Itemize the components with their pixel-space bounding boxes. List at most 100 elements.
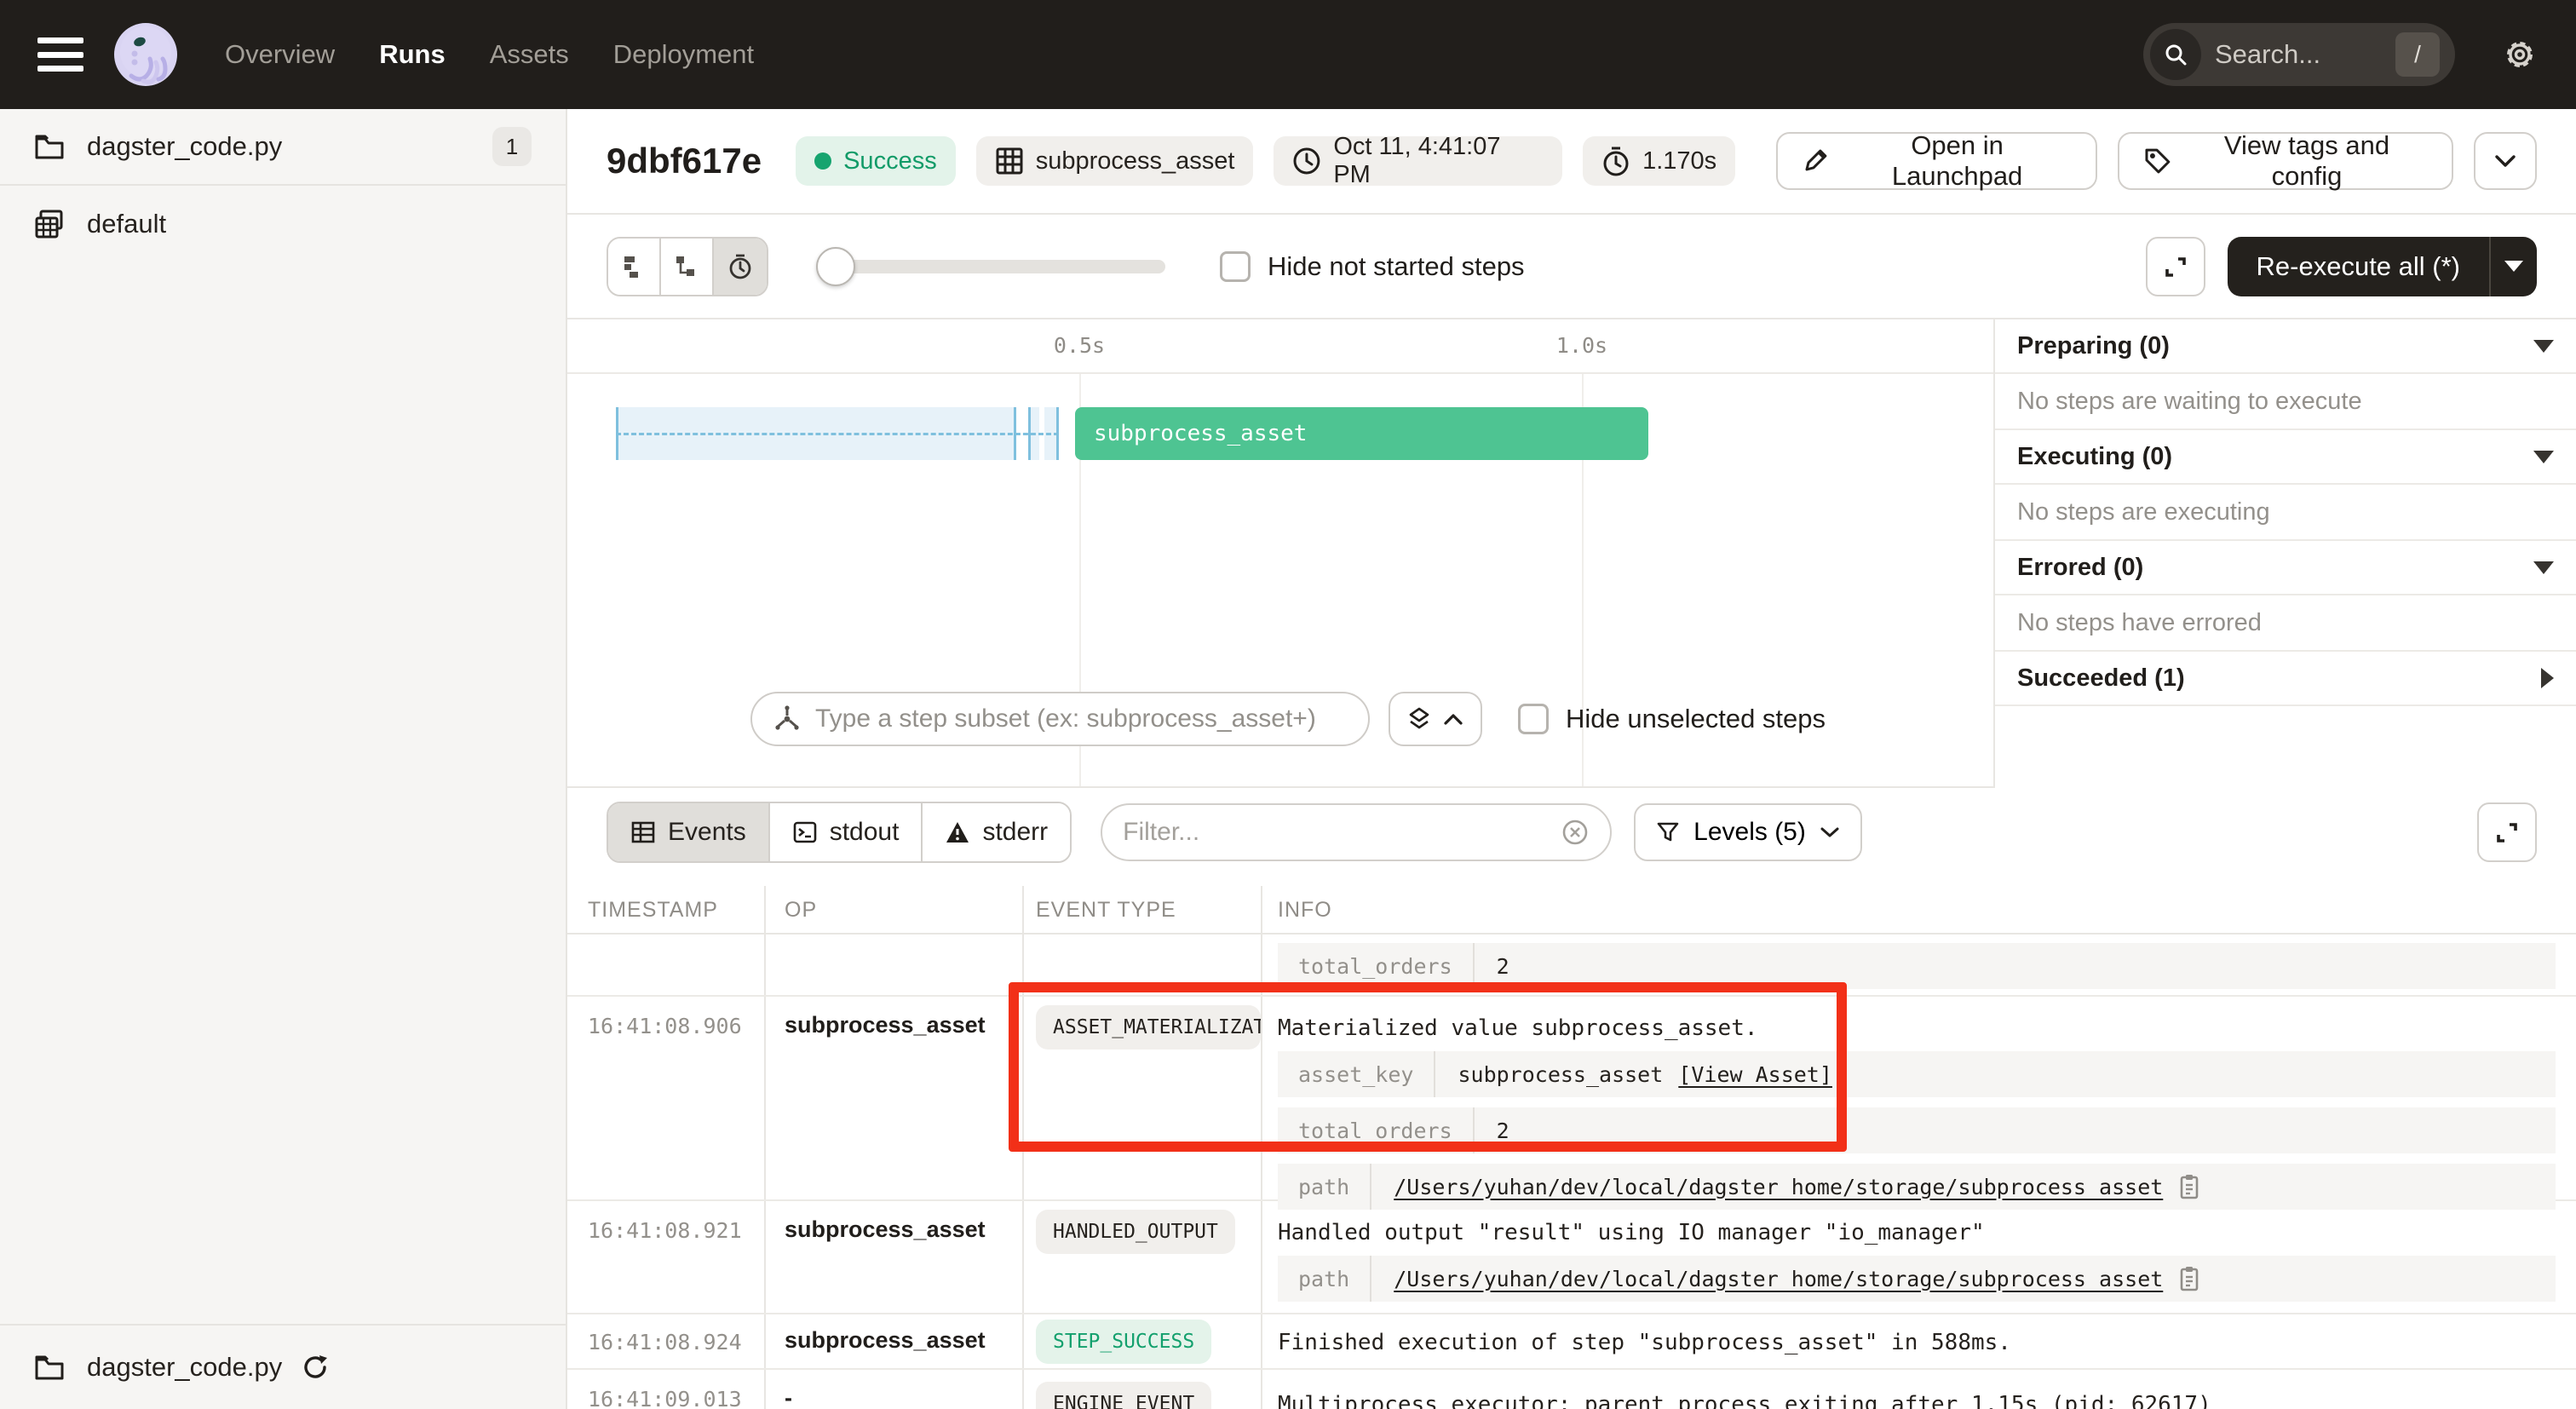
levels-filter-button[interactable]: Levels (5)	[1634, 803, 1862, 861]
event-log-table: TIMESTAMP OP EVENT TYPE INFO total_order…	[567, 886, 2576, 1409]
status-section-preparing[interactable]: Preparing (0)	[1995, 319, 2576, 374]
gantt-chart: 0.5s 1.0s subprocess_asset	[567, 319, 1993, 788]
hamburger-menu-icon[interactable]	[37, 37, 83, 72]
col-op: OP	[785, 898, 817, 923]
status-section-executing[interactable]: Executing (0)	[1995, 430, 2576, 485]
zoom-slider-knob[interactable]	[816, 247, 855, 286]
run-header: 9dbf617e Success subprocess_asset	[567, 109, 2576, 215]
view-mode-waterfall-button[interactable]	[661, 239, 714, 295]
event-op: -	[785, 1385, 792, 1409]
funnel-icon	[1656, 820, 1680, 844]
gantt-time-axis: 0.5s 1.0s	[567, 319, 1993, 374]
metadata-key: total_orders	[1278, 943, 1475, 989]
zoom-slider[interactable]	[819, 260, 1165, 273]
events-fullscreen-button[interactable]	[2477, 802, 2537, 862]
reexecute-all-caret[interactable]	[2489, 237, 2537, 296]
nav-item-deployment[interactable]: Deployment	[613, 39, 754, 70]
step-status-panel: Preparing (0) No steps are waiting to ex…	[1993, 319, 2576, 788]
metadata-row: total_orders 2	[1278, 1107, 2556, 1153]
view-mode-timed-button[interactable]	[714, 239, 767, 295]
copy-path-icon[interactable]	[2178, 1173, 2200, 1200]
chevron-up-icon	[1443, 712, 1463, 726]
left-sidebar: dagster_code.py 1 default dagster_code.p…	[0, 109, 567, 1409]
view-tags-config-button[interactable]: View tags and config	[2118, 132, 2453, 190]
open-in-launchpad-button[interactable]: Open in Launchpad	[1776, 132, 2097, 190]
reload-icon[interactable]	[301, 1353, 330, 1382]
event-type-pill: ASSET_MATERIALIZAT…	[1036, 1005, 1261, 1050]
terminal-icon	[792, 820, 818, 845]
status-empty-text: No steps are waiting to execute	[1995, 374, 2576, 430]
warning-icon	[945, 820, 970, 844]
global-search[interactable]: /	[2143, 23, 2455, 86]
dagster-run-page: Overview Runs Assets Deployment / dagste…	[0, 0, 2576, 1409]
nav-item-overview[interactable]: Overview	[225, 39, 335, 70]
asset-tag[interactable]: subprocess_asset	[976, 136, 1254, 186]
hide-not-started-checkbox[interactable]	[1220, 251, 1251, 282]
metadata-key: asset_key	[1278, 1051, 1435, 1097]
settings-gear-icon[interactable]	[2501, 36, 2539, 73]
event-type-pill: HANDLED_OUTPUT	[1036, 1210, 1235, 1254]
table-row[interactable]: 16:41:08.906 subprocess_asset ASSET_MATE…	[567, 997, 2576, 1201]
tab-stderr[interactable]: stderr	[923, 803, 1070, 861]
event-message: Handled output "result" using IO manager…	[1278, 1201, 2556, 1245]
reexecute-all-button: Re-execute all (*)	[2228, 237, 2537, 296]
metadata-row: path /Users/yuhan/dev/local/dagster_home…	[1278, 1256, 2556, 1302]
sidebar-item-job-default[interactable]: default	[0, 186, 566, 262]
hide-unselected-label: Hide unselected steps	[1566, 704, 1826, 734]
event-op: subprocess_asset	[785, 1216, 986, 1243]
run-actions-chevron-button[interactable]	[2474, 132, 2537, 190]
event-op: subprocess_asset	[785, 1327, 986, 1354]
copy-path-icon[interactable]	[2178, 1265, 2200, 1292]
event-timestamp: 16:41:09.013	[588, 1387, 742, 1409]
clear-filter-icon[interactable]	[1561, 818, 1590, 847]
search-input[interactable]	[2215, 39, 2395, 70]
graph-options-button[interactable]	[1389, 692, 1482, 746]
hide-unselected-checkbox[interactable]	[1518, 704, 1549, 734]
gantt-fullscreen-button[interactable]	[2146, 237, 2205, 296]
col-timestamp: TIMESTAMP	[588, 898, 718, 923]
caret-down-icon	[2533, 561, 2554, 574]
octopus-logo-icon	[114, 23, 177, 86]
tab-events[interactable]: Events	[608, 803, 770, 861]
status-section-errored[interactable]: Errored (0)	[1995, 541, 2576, 595]
table-row[interactable]: total_orders 2	[567, 935, 2576, 997]
log-tabs: Events stdout	[607, 802, 1072, 863]
dagster-logo[interactable]	[114, 23, 177, 86]
view-mode-flat-button[interactable]	[608, 239, 661, 295]
events-section: Events stdout	[567, 788, 2576, 1409]
log-filter-input[interactable]	[1123, 818, 1561, 847]
status-section-succeeded[interactable]: Succeeded (1)	[1995, 652, 2576, 706]
tab-stdout[interactable]: stdout	[770, 803, 923, 861]
metadata-key: path	[1278, 1256, 1371, 1302]
table-row[interactable]: 16:41:08.921 subprocess_asset HANDLED_OU…	[567, 1201, 2576, 1314]
view-asset-link[interactable]: [View Asset]	[1678, 1062, 1832, 1087]
metadata-value: 2	[1475, 954, 1532, 979]
caret-down-icon	[2533, 340, 2554, 353]
nav-item-runs[interactable]: Runs	[379, 39, 446, 70]
metadata-key: total_orders	[1278, 1107, 1475, 1153]
event-timestamp: 16:41:08.921	[588, 1218, 742, 1243]
success-dot-icon	[814, 152, 831, 170]
path-link[interactable]: /Users/yuhan/dev/local/dagster_home/stor…	[1394, 1267, 2163, 1291]
col-info: INFO	[1278, 898, 1332, 923]
top-nav: Overview Runs Assets Deployment /	[0, 0, 2576, 109]
stopwatch-icon	[1601, 146, 1630, 176]
nav-item-assets[interactable]: Assets	[490, 39, 569, 70]
job-icon	[34, 209, 65, 239]
gantt-step-bar[interactable]: subprocess_asset	[1075, 407, 1648, 460]
caret-down-icon	[2504, 261, 2523, 272]
table-row[interactable]: 16:41:09.013 - ENGINE_EVENT Multiprocess…	[567, 1370, 2576, 1409]
step-subset-input-wrap	[750, 692, 1370, 746]
table-row[interactable]: 16:41:08.924 subprocess_asset STEP_SUCCE…	[567, 1314, 2576, 1370]
path-link[interactable]: /Users/yuhan/dev/local/dagster_home/stor…	[1394, 1175, 2163, 1199]
sidebar-item-code-location[interactable]: dagster_code.py 1	[0, 109, 566, 186]
metadata-row: asset_key subprocess_asset [View Asset]	[1278, 1051, 2556, 1097]
step-subset-input[interactable]	[815, 704, 1348, 733]
reexecute-all-main[interactable]: Re-execute all (*)	[2228, 237, 2489, 296]
search-shortcut-badge: /	[2395, 32, 2440, 77]
main-content: 9dbf617e Success subprocess_asset	[567, 109, 2576, 1409]
waiting-dashed-line	[616, 433, 1059, 435]
gantt-section: 0.5s 1.0s subprocess_asset	[567, 319, 2576, 788]
pencil-icon	[1802, 147, 1829, 175]
caret-right-icon	[2541, 668, 2554, 688]
